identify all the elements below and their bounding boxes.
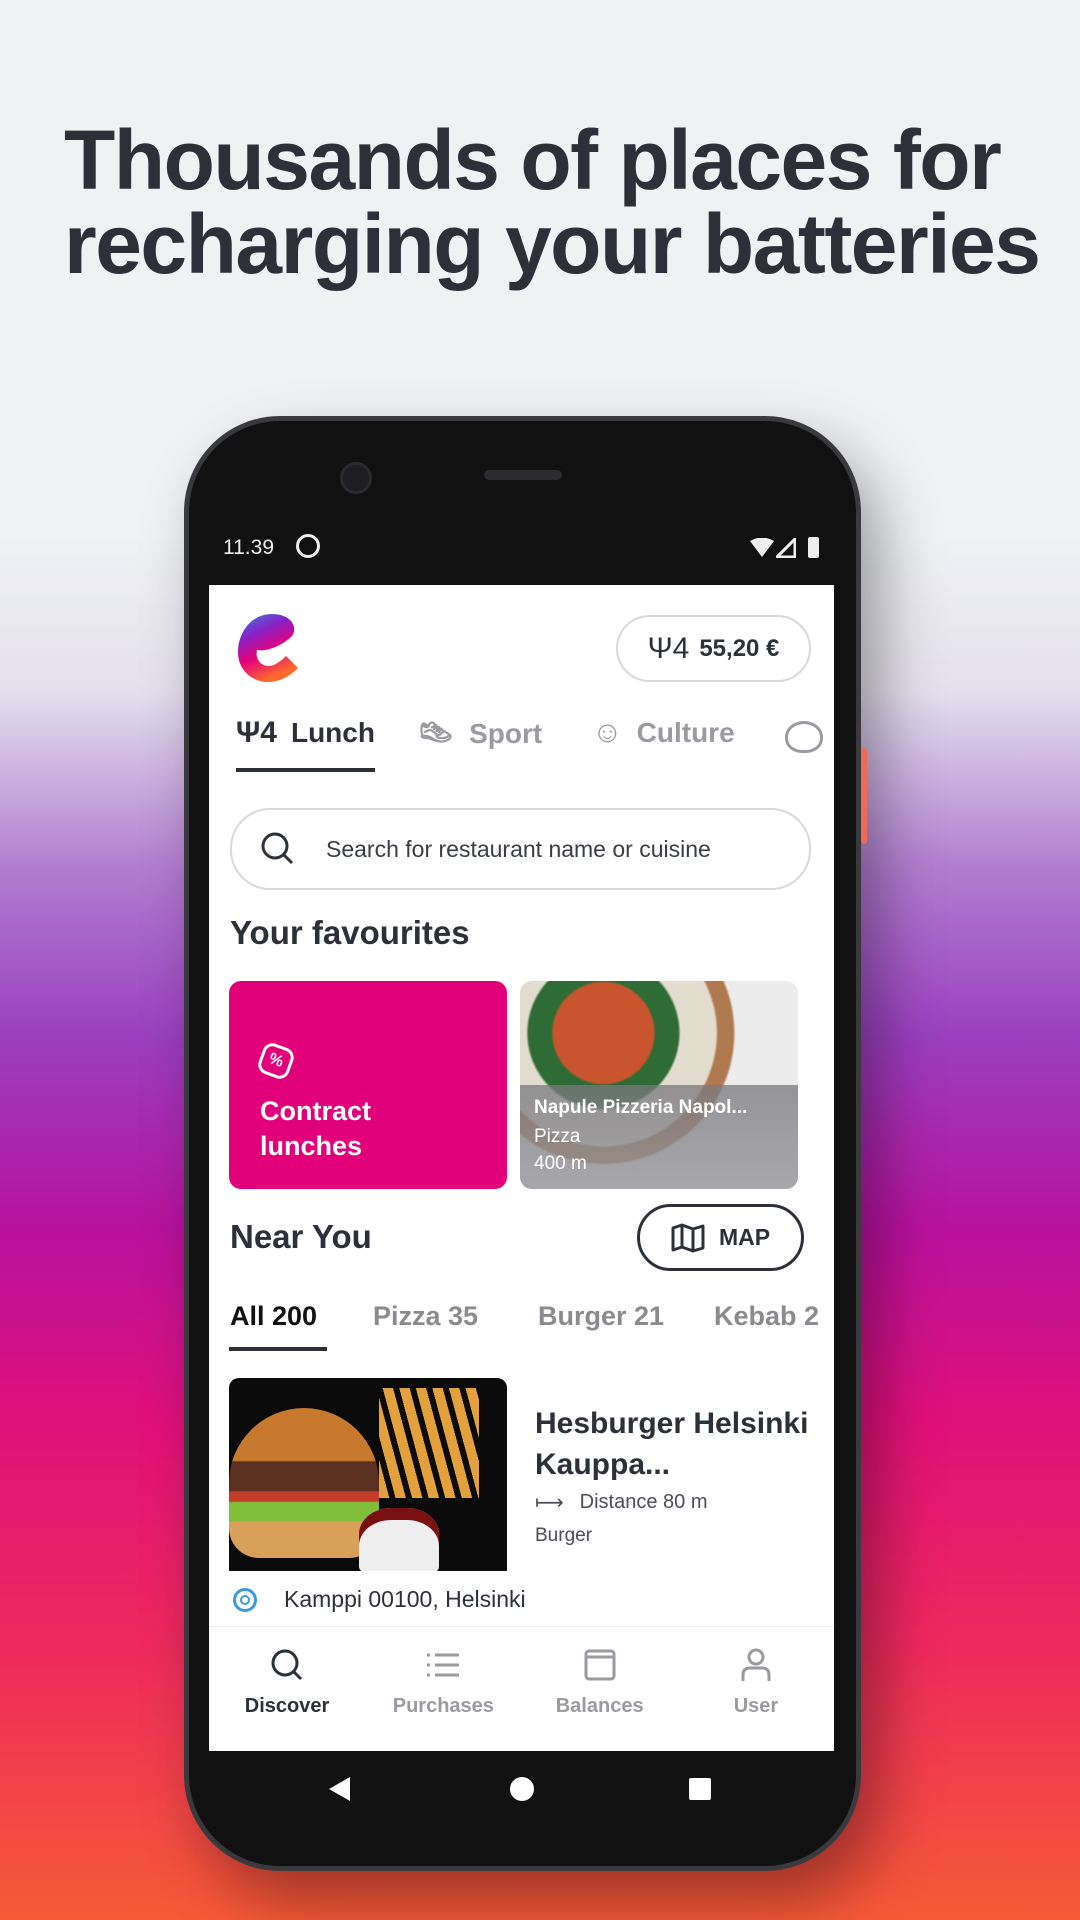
wifi-icon xyxy=(750,537,774,563)
search-input[interactable]: Search for restaurant name or cuisine xyxy=(230,808,811,890)
nav-label: Discover xyxy=(244,1695,330,1717)
nav-label: User xyxy=(733,1695,779,1717)
balance-button[interactable]: Ψ4 55,20 € xyxy=(616,615,811,682)
nav-label: Balances xyxy=(555,1695,644,1717)
restaurant-image[interactable] xyxy=(229,1378,507,1571)
theater-mask-icon: ☺ xyxy=(592,716,623,749)
restaurant-cuisine: Pizza xyxy=(534,1126,581,1147)
status-time: 11.39 xyxy=(223,536,274,559)
listing-name[interactable]: Hesburger Helsinki Kauppa... xyxy=(535,1403,825,1485)
cutlery-icon: Ψ4 xyxy=(236,716,277,749)
filter-pizza[interactable]: Pizza 35 xyxy=(373,1301,478,1332)
map-label: MAP xyxy=(718,1224,771,1250)
list-icon xyxy=(427,1653,460,1677)
search-icon xyxy=(261,832,294,865)
wellbeing-icon[interactable] xyxy=(785,721,823,753)
fries-shape xyxy=(379,1388,479,1498)
signal-icon xyxy=(773,535,797,563)
map-icon xyxy=(671,1223,705,1252)
bottom-nav: Discover Purchases Balances User xyxy=(209,1626,834,1751)
tab-label: Lunch xyxy=(290,717,375,748)
tab-label: Culture xyxy=(636,717,735,748)
search-icon xyxy=(271,1649,303,1681)
app-screen: Ψ4 55,20 € Ψ4 Lunch 👟︎ Sport ☺ Culture S… xyxy=(209,585,834,1751)
headline-line-1: Thousands of places for xyxy=(64,113,1002,207)
headline-line-2: recharging your batteries xyxy=(64,197,1041,291)
filter-kebab[interactable]: Kebab 2 xyxy=(714,1301,819,1332)
speaker xyxy=(484,470,562,480)
nav-label: Purchases xyxy=(392,1695,494,1717)
discount-badge-icon: % xyxy=(255,1040,297,1082)
contract-label: Contract lunches xyxy=(260,1096,372,1161)
headline: Thousands of places for recharging your … xyxy=(64,113,1041,291)
tab-label: Sport xyxy=(469,717,543,749)
favourite-restaurant-card[interactable]: Napule Pizzeria Napol... Pizza 400 m xyxy=(520,981,798,1189)
distance-text: Distance 80 m xyxy=(579,1491,708,1513)
sneaker-icon: 👟︎ xyxy=(417,717,456,750)
app-logo xyxy=(236,612,302,689)
listing-distance: ⟼ Distance 80 m xyxy=(535,1490,708,1515)
balance-amount: 55,20 € xyxy=(699,634,780,662)
tab-underline xyxy=(236,768,375,772)
burger-shape xyxy=(229,1408,379,1558)
filter-underline xyxy=(229,1347,327,1351)
contract-lunches-card[interactable]: % Contract lunches xyxy=(229,981,507,1189)
android-home-button[interactable] xyxy=(510,1777,534,1801)
location-icon xyxy=(233,1588,257,1612)
sauce-cup-shape xyxy=(359,1508,439,1571)
nav-discover[interactable]: Discover xyxy=(209,1627,365,1751)
tab-sport[interactable]: 👟︎ Sport xyxy=(417,716,542,751)
favourites-title: Your favourites xyxy=(230,914,470,951)
map-button[interactable]: MAP xyxy=(637,1204,804,1271)
listing-cuisine: Burger xyxy=(535,1525,593,1546)
android-recents-button[interactable] xyxy=(689,1778,711,1800)
restaurant-distance: 400 m xyxy=(534,1153,587,1174)
battery-icon xyxy=(808,537,819,558)
distance-arrow-icon: ⟼ xyxy=(535,1492,564,1514)
nav-balances[interactable]: Balances xyxy=(522,1627,678,1751)
filter-all[interactable]: All 200 xyxy=(230,1301,317,1332)
tab-culture[interactable]: ☺ Culture xyxy=(592,716,735,750)
android-back-button[interactable] xyxy=(328,1776,352,1807)
front-camera xyxy=(340,462,372,494)
near-you-title: Near You xyxy=(230,1218,372,1255)
tab-lunch[interactable]: Ψ4 Lunch xyxy=(236,716,375,750)
restaurant-name: Napule Pizzeria Napol... xyxy=(534,1097,748,1118)
cutlery-icon: Ψ4 xyxy=(647,631,690,665)
power-button xyxy=(861,748,867,844)
nav-user[interactable]: User xyxy=(678,1627,834,1751)
user-icon xyxy=(741,1648,771,1681)
sync-icon xyxy=(296,534,320,558)
listing-address: Kamppi 00100, Helsinki xyxy=(284,1586,526,1612)
filter-burger[interactable]: Burger 21 xyxy=(538,1301,664,1332)
search-placeholder: Search for restaurant name or cuisine xyxy=(326,835,711,862)
wallet-icon xyxy=(584,1649,616,1681)
nav-purchases[interactable]: Purchases xyxy=(365,1627,521,1751)
